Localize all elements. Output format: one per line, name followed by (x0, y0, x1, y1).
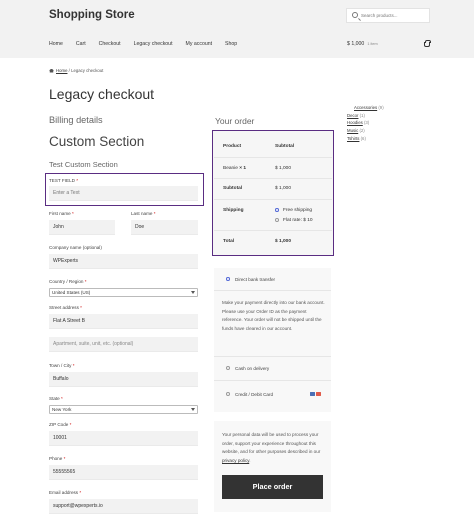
street-address-field[interactable]: Flat A Street B (49, 314, 198, 329)
shipping-radio-free[interactable] (275, 208, 279, 212)
company-label: Company name (optional) (49, 245, 102, 250)
payment-option-bank[interactable]: Direct bank transfer (235, 277, 275, 282)
search-input[interactable] (361, 10, 427, 21)
card-icon (310, 392, 315, 396)
country-select[interactable]: United States (US) (49, 288, 198, 297)
category-item[interactable]: Decor (1) (347, 112, 384, 120)
nav-item-home[interactable]: Home (49, 41, 63, 47)
country-label: Country / Region * (49, 279, 87, 284)
order-total-label: Total (223, 239, 235, 244)
shipping-radio-flat[interactable] (275, 218, 279, 222)
test-field-input[interactable] (49, 186, 198, 201)
nav-item-shop[interactable]: Shop (225, 41, 237, 47)
payment-divider (214, 290, 331, 291)
privacy-notice: Your personal data will be used to proce… (222, 432, 321, 463)
payment-divider (214, 356, 331, 357)
street-address-2-field[interactable]: Apartment, suite, unit, etc. (optional) (49, 337, 198, 352)
order-product-name: Beanie × 1 (223, 166, 247, 171)
home-icon (49, 68, 54, 73)
site-title[interactable]: Shopping Store (49, 9, 135, 21)
chevron-down-icon (191, 291, 195, 294)
breadcrumb-current: Legacy checkout (71, 68, 104, 73)
payment-radio-bank[interactable] (226, 277, 230, 281)
breadcrumb-separator: / (68, 68, 70, 73)
cart-total: $ 1,000 (347, 41, 365, 47)
chevron-down-icon (191, 408, 195, 411)
site-header: Shopping Store Home Cart Checkout Legacy… (0, 0, 474, 58)
billing-heading: Billing details (49, 115, 103, 125)
first-name-label: First name * (49, 211, 74, 216)
payment-radio-cod[interactable] (226, 366, 230, 370)
search-icon (352, 12, 358, 18)
city-field[interactable]: Buffalo (49, 372, 198, 387)
order-subtotal-value: $ 1,000 (275, 186, 292, 191)
category-list: Accessories (9) Decor (1) Hoodies (3) Mu… (347, 104, 384, 143)
payment-option-cod[interactable]: Cash on delivery (235, 366, 269, 371)
payment-divider (214, 380, 331, 381)
last-name-label: Last name * (131, 211, 156, 216)
card-icon (316, 392, 321, 396)
breadcrumb: Home / Legacy checkout (49, 68, 103, 73)
nav-item-my-account[interactable]: My account (186, 41, 213, 47)
category-item[interactable]: Hoodies (3) (347, 119, 384, 127)
privacy-policy-link[interactable]: privacy policy (222, 458, 249, 463)
state-select[interactable]: New York (49, 405, 198, 414)
zip-field[interactable]: 10001 (49, 431, 198, 446)
custom-section-heading: Custom Section (49, 134, 145, 149)
row-divider (214, 157, 332, 158)
category-item[interactable]: Music (2) (347, 127, 384, 135)
cart-item-count: 1 item (367, 42, 378, 46)
order-heading: Your order (215, 116, 255, 126)
payment-description: Make your payment directly into our bank… (222, 300, 325, 332)
payment-option-card[interactable]: Credit / Debit Card (235, 392, 273, 397)
nav-item-legacy-checkout[interactable]: Legacy checkout (134, 41, 173, 47)
street-label: Street address * (49, 305, 82, 310)
phone-field[interactable]: 55555565 (49, 465, 198, 480)
basket-icon[interactable] (424, 40, 431, 47)
category-item[interactable]: Tshirts (6) (347, 135, 384, 143)
test-field-label: TEST FIELD * (49, 178, 79, 183)
cart-summary[interactable]: $ 1,000 1 item (347, 41, 378, 47)
shipping-option-flat[interactable]: Flat rate: $ 10 (283, 218, 313, 223)
search-box[interactable] (346, 8, 430, 23)
test-custom-heading: Test Custom Section (49, 160, 118, 169)
order-product-price: $ 1,000 (275, 166, 292, 171)
row-divider (214, 178, 332, 179)
row-divider (214, 230, 332, 231)
order-col-product: Product (223, 144, 242, 149)
main-nav: Home Cart Checkout Legacy checkout My ac… (49, 41, 250, 47)
email-field[interactable]: support@wpexperts.io (49, 499, 198, 514)
page-title: Legacy checkout (49, 86, 155, 102)
shipping-option-free[interactable]: Free shipping (283, 208, 312, 213)
first-name-field[interactable]: John (49, 220, 115, 235)
order-subtotal-label: Subtotal (223, 186, 243, 191)
order-total-value: $ 1,000 (275, 239, 292, 244)
place-order-button[interactable]: Place order (222, 475, 323, 499)
city-label: Town / City * (49, 363, 75, 368)
zip-label: ZIP Code * (49, 422, 72, 427)
phone-label: Phone * (49, 456, 66, 461)
last-name-field[interactable]: Doe (131, 220, 198, 235)
order-shipping-label: Shipping (223, 208, 244, 213)
row-divider (214, 199, 332, 200)
nav-item-checkout[interactable]: Checkout (99, 41, 121, 47)
payment-radio-card[interactable] (226, 392, 230, 396)
state-label: State * (49, 396, 63, 401)
category-item[interactable]: Accessories (9) (347, 104, 384, 112)
order-col-subtotal: Subtotal (275, 144, 295, 149)
email-label: Email address * (49, 490, 82, 495)
nav-item-cart[interactable]: Cart (76, 41, 86, 47)
breadcrumb-home[interactable]: Home (56, 68, 67, 73)
company-field[interactable]: WPExperts (49, 254, 198, 269)
